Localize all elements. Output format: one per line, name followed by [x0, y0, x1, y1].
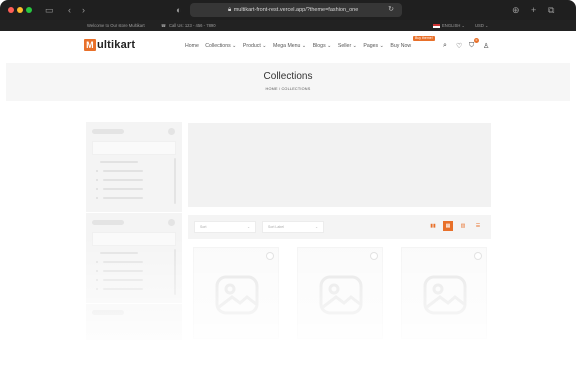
download-icon[interactable]: ⊕	[512, 4, 520, 16]
nav-blogs[interactable]: Blogs ⌄	[313, 43, 332, 49]
filter-line-skeleton	[100, 161, 138, 163]
filter-line-skeleton	[103, 197, 143, 199]
grid-4-view-icon[interactable]: ▥	[458, 221, 468, 231]
filter-toggle-skeleton	[168, 219, 175, 226]
lock-icon: 🔒︎	[228, 7, 232, 13]
scrollbar-skeleton	[174, 158, 176, 204]
heart-icon[interactable]: ♡	[456, 42, 462, 50]
currency-selector[interactable]: USD ⌄	[475, 20, 489, 31]
address-bar[interactable]: 🔒︎ multikart-front-rest.vercel.app/?them…	[190, 3, 402, 17]
nav-home[interactable]: Home	[185, 43, 199, 49]
nav-collections[interactable]: Collections ⌄	[205, 43, 236, 49]
chevron-down-icon: ⌄	[315, 225, 318, 229]
user-icon[interactable]: ♙	[483, 42, 489, 50]
sort-label-select[interactable]: Sort Label ⌄	[262, 221, 324, 233]
filter-heading-skeleton	[92, 220, 124, 225]
sort-label-select-text: Sort Label	[268, 225, 284, 229]
nav-pages[interactable]: Pages ⌄	[363, 43, 384, 49]
cart-icon[interactable]: ⛉	[469, 42, 474, 50]
filter-line-skeleton	[103, 170, 143, 172]
phone-text: Call Us: 123 - 456 - 7890	[169, 23, 216, 28]
phone-icon: ☎︎	[161, 23, 167, 28]
nav-mega-menu[interactable]: Mega Menu ⌄	[273, 43, 306, 49]
minimize-window-button[interactable]	[17, 7, 23, 13]
bottom-fade-overlay	[0, 235, 576, 369]
filter-toggle-skeleton	[168, 128, 175, 135]
welcome-text: Welcome to Our store Multikart	[87, 23, 145, 28]
grid-2-view-icon[interactable]: ▮▮	[428, 221, 438, 231]
checkbox-skeleton	[96, 197, 98, 199]
breadcrumb-banner: Collections HOME / COLLECTIONS	[6, 63, 570, 101]
nav-seller[interactable]: Seller ⌄	[338, 43, 357, 49]
top-info-bar: Welcome to Our store Multikart ☎︎ Call U…	[0, 20, 576, 31]
buy-theme-badge: Buy theme!	[413, 36, 435, 41]
logo[interactable]: Multikart	[84, 39, 135, 51]
filter-panel-skeleton	[86, 122, 182, 212]
page-title: Collections	[263, 71, 313, 82]
language-selector[interactable]: ENGLISH ⌄	[433, 20, 465, 31]
url-text: multikart-front-rest.vercel.app/?theme=f…	[233, 7, 359, 13]
sort-select[interactable]: Sort ⌄	[194, 221, 256, 233]
collection-banner-skeleton	[188, 123, 491, 207]
cart-count-badge: 0	[474, 38, 479, 43]
filter-line-skeleton	[103, 179, 143, 181]
browser-toolbar: ▭ ‹ › ◐ 🔒︎ multikart-front-rest.vercel.a…	[0, 0, 576, 20]
tabs-icon[interactable]: ⧉	[548, 4, 554, 16]
nav-product[interactable]: Product ⌄	[243, 43, 267, 49]
flag-icon	[433, 23, 440, 28]
maximize-window-button[interactable]	[26, 7, 32, 13]
search-icon[interactable]: ⌕	[443, 42, 447, 50]
filter-heading-skeleton	[92, 129, 124, 134]
close-window-button[interactable]	[8, 7, 14, 13]
reload-icon[interactable]: ↻	[388, 3, 394, 17]
nav-buy-now[interactable]: Buy Now	[390, 43, 411, 49]
checkbox-skeleton	[96, 179, 98, 181]
shield-icon[interactable]: ◐	[176, 4, 181, 16]
filter-search-skeleton	[92, 141, 176, 155]
site-header: Multikart Home Collections ⌄ Product ⌄ M…	[0, 31, 576, 63]
sidebar-icon[interactable]: ▭	[45, 4, 54, 16]
new-tab-icon[interactable]: +	[531, 4, 536, 16]
chevron-down-icon: ⌄	[247, 225, 250, 229]
back-icon[interactable]: ‹	[68, 4, 71, 16]
main-nav: Home Collections ⌄ Product ⌄ Mega Menu ⌄…	[185, 43, 416, 49]
filter-line-skeleton	[103, 188, 143, 190]
checkbox-skeleton	[96, 170, 98, 172]
forward-icon[interactable]: ›	[82, 4, 85, 16]
sort-select-text: Sort	[200, 225, 207, 229]
breadcrumb[interactable]: HOME / COLLECTIONS	[6, 87, 570, 91]
checkbox-skeleton	[96, 188, 98, 190]
grid-3-view-icon[interactable]: ▦	[443, 221, 453, 231]
list-view-icon[interactable]: ☰	[473, 221, 483, 231]
logo-mark: M	[84, 39, 96, 51]
logo-text: ultikart	[97, 39, 136, 51]
